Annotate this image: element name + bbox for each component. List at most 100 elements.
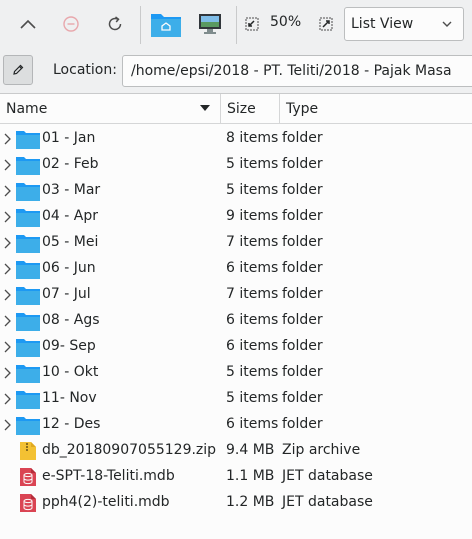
file-name: 04 - Apr — [42, 208, 98, 224]
file-row[interactable]: 02 - Feb 5 items folder — [0, 152, 472, 178]
file-row[interactable]: 04 - Apr 9 items folder — [0, 204, 472, 230]
expand-chevron-icon[interactable] — [3, 366, 13, 380]
folder-icon — [16, 259, 40, 283]
file-type: folder — [282, 338, 323, 354]
view-mode-value: List View — [351, 16, 414, 32]
file-size: 7 items — [226, 286, 279, 302]
file-size: 5 items — [226, 156, 279, 172]
chevron-down-icon — [442, 21, 452, 27]
file-name: 12 - Des — [42, 416, 101, 432]
toolbar-separator — [140, 6, 141, 44]
file-type: JET database — [282, 468, 373, 484]
file-type: JET database — [282, 494, 373, 510]
file-name: 07 - Jul — [42, 286, 91, 302]
column-name-label: Name — [6, 101, 48, 117]
zip-archive-icon — [19, 441, 37, 465]
location-input[interactable]: /home/epsi/2018 - PT. Teliti/2018 - Paja… — [122, 55, 472, 87]
zoom-in-icon — [319, 17, 333, 31]
zoom-out-icon — [245, 17, 259, 31]
file-size: 6 items — [226, 312, 279, 328]
reload-button[interactable] — [97, 6, 133, 42]
view-mode-select[interactable]: List View — [344, 7, 464, 41]
file-row[interactable]: 09- Sep 6 items folder — [0, 334, 472, 360]
file-row[interactable]: 05 - Mei 7 items folder — [0, 230, 472, 256]
desktop-icon — [199, 14, 221, 34]
file-name: 10 - Okt — [42, 364, 99, 380]
file-size: 1.2 MB — [226, 494, 275, 510]
file-size: 6 items — [226, 416, 279, 432]
expand-chevron-icon[interactable] — [3, 236, 13, 250]
expand-chevron-icon[interactable] — [3, 132, 13, 146]
file-row[interactable]: db_20180907055129.zip 9.4 MB Zip archive — [0, 438, 472, 464]
zoom-in-button[interactable] — [314, 6, 338, 42]
file-type: folder — [282, 364, 323, 380]
file-name: db_20180907055129.zip — [42, 442, 217, 458]
file-row[interactable]: e-SPT-18-Teliti.mdb 1.1 MB JET database — [0, 464, 472, 490]
expand-chevron-icon[interactable] — [3, 158, 13, 172]
folder-icon — [16, 389, 40, 413]
stop-icon — [63, 16, 79, 32]
home-button[interactable] — [148, 6, 184, 42]
file-row[interactable]: 08 - Ags 6 items folder — [0, 308, 472, 334]
expand-chevron-icon[interactable] — [3, 392, 13, 406]
edit-location-button[interactable] — [3, 55, 33, 85]
file-type: folder — [282, 416, 323, 432]
file-row[interactable]: 12 - Des 6 items folder — [0, 412, 472, 438]
column-header-name[interactable]: Name — [0, 94, 220, 124]
file-row[interactable]: 01 - Jan 8 items folder — [0, 126, 472, 152]
go-up-button[interactable] — [10, 6, 46, 42]
file-name: 02 - Feb — [42, 156, 99, 172]
folder-icon — [16, 415, 40, 439]
file-size: 8 items — [226, 130, 279, 146]
expand-chevron-icon[interactable] — [3, 314, 13, 328]
file-name: 11- Nov — [42, 390, 97, 406]
file-type: folder — [282, 182, 323, 198]
folder-icon — [16, 363, 40, 387]
expand-chevron-icon[interactable] — [3, 210, 13, 224]
folder-icon — [16, 129, 40, 153]
folder-icon — [16, 311, 40, 335]
file-row[interactable]: 06 - Jun 6 items folder — [0, 256, 472, 282]
expand-chevron-icon[interactable] — [3, 418, 13, 432]
folder-icon — [16, 337, 40, 361]
column-header-type[interactable]: Type — [280, 94, 472, 124]
chevron-up-icon — [20, 19, 36, 29]
zoom-out-button[interactable] — [240, 6, 264, 42]
database-icon — [19, 493, 37, 517]
file-size: 5 items — [226, 390, 279, 406]
column-header-size[interactable]: Size — [221, 94, 279, 124]
file-row[interactable]: pph4(2)-teliti.mdb 1.2 MB JET database — [0, 490, 472, 516]
expand-chevron-icon[interactable] — [3, 288, 13, 302]
reload-icon — [108, 16, 122, 31]
file-name: 08 - Ags — [42, 312, 100, 328]
zoom-level: 50% — [270, 14, 302, 30]
file-size: 5 items — [226, 364, 279, 380]
pencil-icon — [13, 64, 24, 75]
file-row[interactable]: 03 - Mar 5 items folder — [0, 178, 472, 204]
file-name: 05 - Mei — [42, 234, 99, 250]
location-bar: Location: /home/epsi/2018 - PT. Teliti/2… — [0, 50, 472, 93]
file-type: folder — [282, 390, 323, 406]
expand-chevron-icon[interactable] — [3, 262, 13, 276]
file-size: 5 items — [226, 182, 279, 198]
location-path: /home/epsi/2018 - PT. Teliti/2018 - Paja… — [131, 63, 452, 79]
expand-chevron-icon[interactable] — [3, 340, 13, 354]
column-header: Name Size Type — [0, 94, 472, 124]
stop-button[interactable] — [53, 6, 89, 42]
file-type: folder — [282, 260, 323, 276]
folder-icon — [16, 155, 40, 179]
file-row[interactable]: 10 - Okt 5 items folder — [0, 360, 472, 386]
file-list-view: Name Size Type 01 - Jan 8 items folder 02 -… — [0, 93, 472, 539]
file-row[interactable]: 07 - Jul 7 items folder — [0, 282, 472, 308]
column-type-label: Type — [286, 101, 319, 117]
file-name: 06 - Jun — [42, 260, 96, 276]
file-name: 01 - Jan — [42, 130, 96, 146]
location-label: Location: — [53, 62, 117, 78]
desktop-button[interactable] — [192, 6, 228, 42]
expand-chevron-icon[interactable] — [3, 184, 13, 198]
file-row[interactable]: 11- Nov 5 items folder — [0, 386, 472, 412]
folder-icon — [16, 233, 40, 257]
file-rows: 01 - Jan 8 items folder 02 - Feb 5 items fold… — [0, 126, 472, 516]
sort-descending-icon — [200, 105, 210, 111]
file-name: pph4(2)-teliti.mdb — [42, 494, 170, 510]
